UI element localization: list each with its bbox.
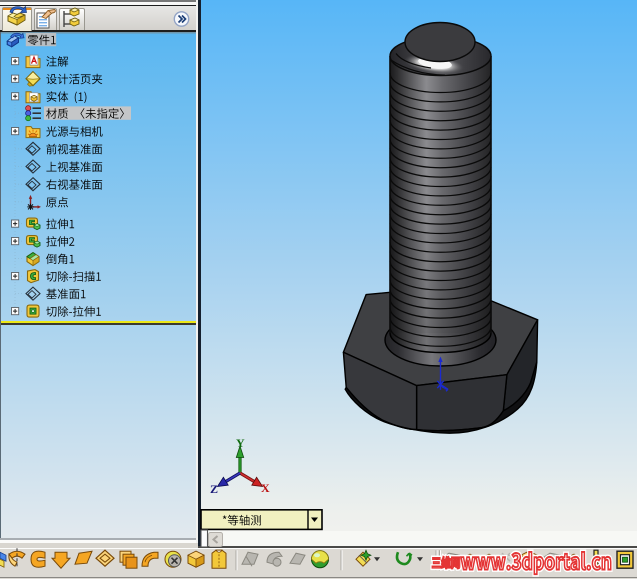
svg-text:Z: Z — [210, 482, 218, 496]
svg-text:X: X — [261, 481, 270, 495]
svg-text:Y: Y — [236, 436, 245, 450]
